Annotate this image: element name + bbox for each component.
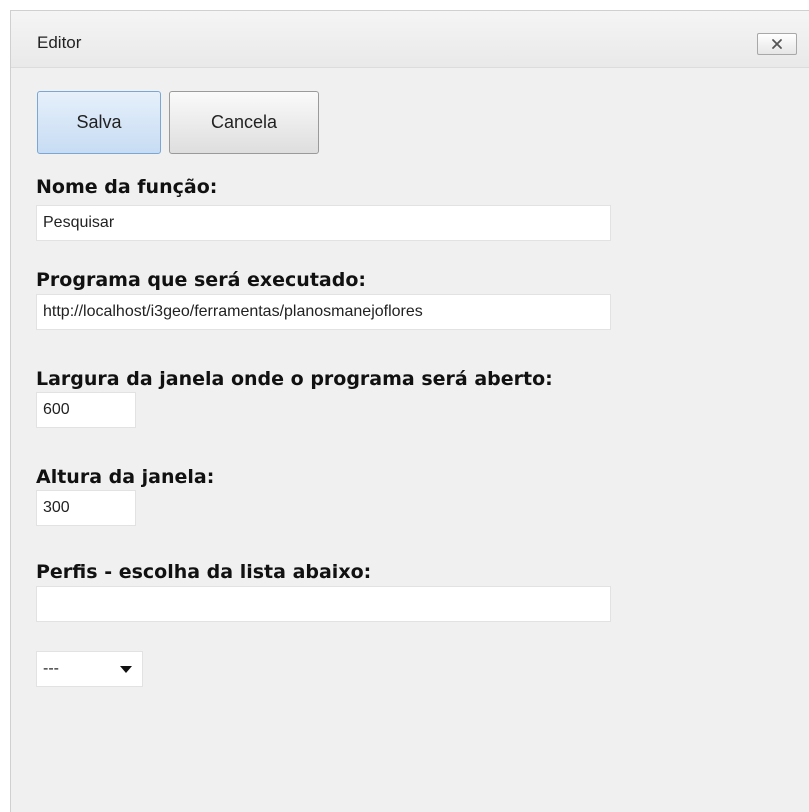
close-button[interactable] [757, 33, 797, 55]
window-height-label: Altura da janela: [36, 466, 215, 488]
window-width-input[interactable]: 600 [36, 392, 136, 428]
dialog-title: Editor [37, 33, 82, 52]
profile-select-value: --- [43, 660, 59, 677]
profiles-label: Perfis - escolha da lista abaixo: [36, 561, 372, 583]
profiles-input[interactable] [36, 586, 611, 622]
program-label: Programa que será executado: [36, 269, 366, 291]
program-url-input[interactable]: http://localhost/i3geo/ferramentas/plano… [36, 294, 611, 330]
function-name-input[interactable]: Pesquisar [36, 205, 611, 241]
function-name-label: Nome da função: [36, 176, 218, 198]
window-width-label: Largura da janela onde o programa será a… [36, 368, 553, 390]
dialog-titlebar: Editor [11, 11, 809, 68]
save-button[interactable]: Salva [37, 91, 161, 154]
close-icon [772, 39, 782, 49]
chevron-down-icon [120, 665, 132, 673]
window-height-input[interactable]: 300 [36, 490, 136, 526]
profile-select[interactable]: --- [36, 651, 143, 687]
cancel-button[interactable]: Cancela [169, 91, 319, 154]
editor-dialog: Editor Salva Cancela Nome da função: Pes… [10, 10, 809, 812]
